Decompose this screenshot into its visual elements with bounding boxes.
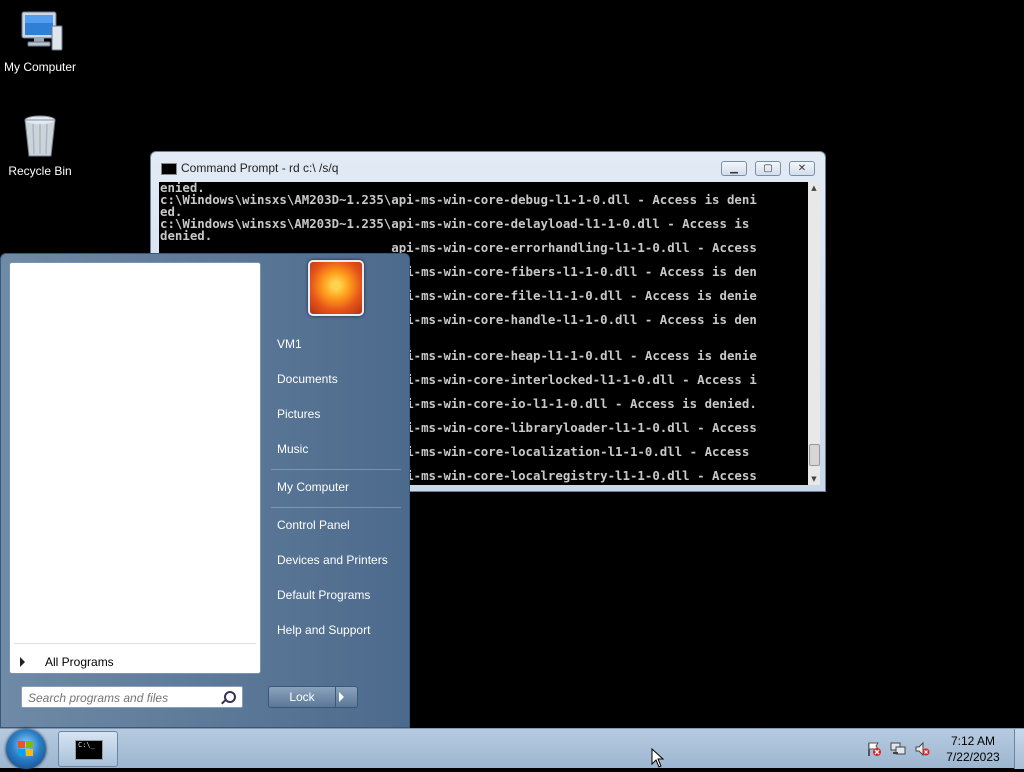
action-center-icon[interactable]	[866, 741, 882, 757]
user-avatar[interactable]	[308, 260, 364, 316]
scroll-down-icon[interactable]: ▼	[808, 473, 820, 485]
system-clock[interactable]: 7:12 AM 7/22/2023	[938, 733, 1008, 765]
start-item-music[interactable]: Music	[277, 442, 308, 456]
show-desktop-button[interactable]	[1014, 729, 1024, 769]
search-input[interactable]	[28, 689, 218, 707]
clock-date: 7/22/2023	[946, 750, 1000, 764]
start-item-default-programs[interactable]: Default Programs	[277, 588, 370, 602]
desktop-icon-label: Recycle Bin	[8, 164, 72, 178]
start-item-user[interactable]: VM1	[277, 337, 302, 351]
vertical-scrollbar[interactable]: ▲ ▼	[808, 182, 820, 485]
start-menu-programs-pane: All Programs	[9, 262, 261, 674]
network-icon[interactable]	[890, 741, 906, 757]
close-button[interactable]: ✕	[789, 161, 815, 176]
divider	[271, 469, 401, 470]
volume-muted-icon[interactable]	[914, 741, 930, 757]
computer-icon	[16, 8, 64, 56]
minimize-icon: ▁	[730, 163, 738, 174]
start-item-documents[interactable]: Documents	[277, 372, 338, 386]
scroll-thumb[interactable]	[809, 444, 820, 466]
taskbar-item-command-prompt[interactable]: C:\_	[58, 731, 118, 767]
divider	[271, 507, 401, 508]
maximize-button[interactable]: ▢	[755, 161, 781, 176]
shutdown-options-arrow-icon[interactable]	[339, 692, 344, 702]
maximize-icon: ▢	[763, 163, 773, 174]
arrow-right-icon	[20, 657, 25, 667]
minimize-button[interactable]: ▁	[721, 161, 747, 176]
mouse-cursor-icon	[651, 747, 665, 772]
cmd-icon: C:\_	[75, 740, 103, 760]
search-icon[interactable]	[224, 691, 236, 703]
desktop-icon-label: My Computer	[3, 60, 77, 74]
start-menu: All Programs VM1 Documents Pictures Musi…	[0, 253, 410, 728]
recycle-bin-icon	[16, 112, 64, 160]
windows-logo-icon	[18, 741, 34, 757]
desktop-icon-my-computer[interactable]: My Computer	[0, 8, 80, 74]
window-titlebar[interactable]: Command Prompt - rd c:\ /s/q ▁ ▢ ✕	[151, 152, 825, 184]
start-item-control-panel[interactable]: Control Panel	[277, 518, 350, 532]
taskbar: C:\_ 7:12 AM 7/22/2023	[0, 728, 1024, 769]
desktop-icon-recycle-bin[interactable]: Recycle Bin	[0, 112, 80, 178]
start-item-my-computer[interactable]: My Computer	[277, 480, 349, 494]
clock-time: 7:12 AM	[950, 734, 996, 748]
lock-label: Lock	[269, 687, 336, 707]
start-search-box[interactable]	[21, 686, 243, 708]
all-programs-item[interactable]: All Programs	[20, 655, 114, 669]
close-icon: ✕	[797, 163, 807, 174]
all-programs-label: All Programs	[45, 655, 114, 669]
cmd-icon	[161, 163, 177, 175]
start-item-help-support[interactable]: Help and Support	[277, 623, 370, 637]
window-title: Command Prompt - rd c:\ /s/q	[181, 161, 339, 175]
start-item-pictures[interactable]: Pictures	[277, 407, 320, 421]
start-button[interactable]	[6, 729, 46, 769]
lock-button[interactable]: Lock	[268, 686, 358, 708]
start-item-devices-printers[interactable]: Devices and Printers	[277, 553, 388, 567]
divider	[14, 643, 256, 644]
scroll-up-icon[interactable]: ▲	[808, 182, 820, 194]
